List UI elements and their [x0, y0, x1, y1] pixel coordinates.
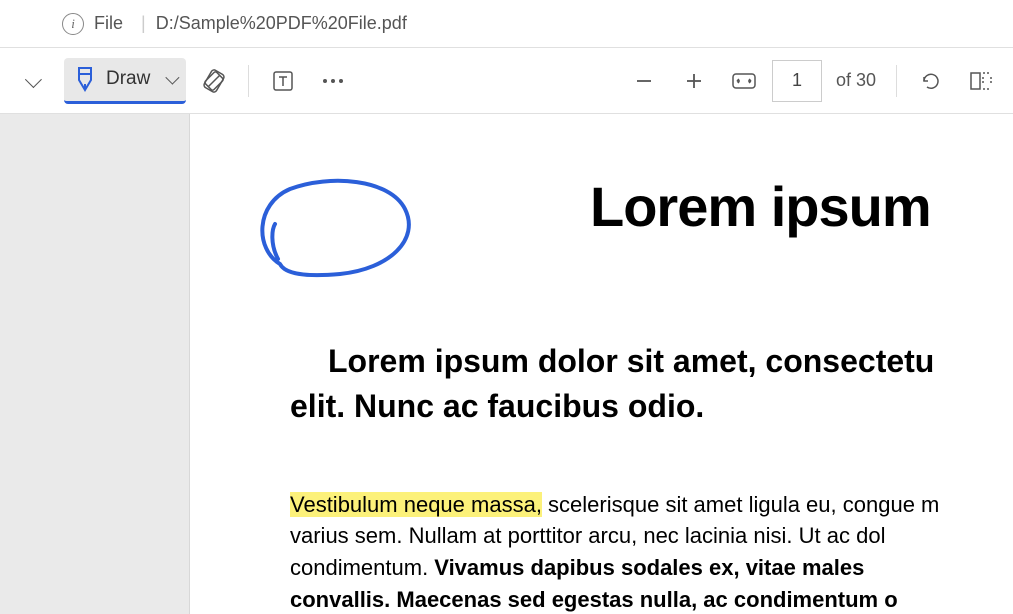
address-bar: i File | D:/Sample%20PDF%20File.pdf — [0, 0, 1013, 48]
page-view-button[interactable] — [959, 59, 1003, 103]
fit-icon — [731, 71, 757, 91]
pdf-page[interactable]: Lorem ipsum Lorem ipsum dolor sit amet, … — [190, 114, 1013, 614]
text-select-button[interactable] — [261, 59, 305, 103]
content-area: Lorem ipsum Lorem ipsum dolor sit amet, … — [0, 114, 1013, 614]
toolbar-separator — [248, 65, 249, 97]
chevron-down-icon — [166, 71, 180, 85]
zoom-out-button[interactable] — [622, 59, 666, 103]
plus-icon — [684, 71, 704, 91]
pdf-toolbar: Draw of 30 — [0, 48, 1013, 114]
highlighted-text: Vestibulum neque massa, — [290, 492, 542, 517]
rotate-button[interactable] — [909, 59, 953, 103]
toolbar-separator — [896, 65, 897, 97]
info-icon[interactable]: i — [62, 13, 84, 35]
more-options-button[interactable] — [311, 59, 355, 103]
page-view-icon — [968, 70, 994, 92]
sidebar-gutter — [0, 114, 190, 614]
draw-tool-button[interactable]: Draw — [64, 58, 186, 104]
pen-icon — [74, 66, 96, 92]
page-total-label: of 30 — [836, 70, 876, 91]
eraser-icon — [201, 68, 227, 94]
rotate-icon — [919, 69, 943, 93]
page-number-input[interactable] — [772, 60, 822, 102]
file-scheme-label: File — [94, 13, 123, 34]
minus-icon — [634, 71, 654, 91]
toolbar-expand-button[interactable] — [10, 59, 54, 103]
address-path[interactable]: D:/Sample%20PDF%20File.pdf — [156, 13, 407, 34]
document-body: Vestibulum neque massa, scelerisque sit … — [290, 489, 1010, 614]
draw-tool-label: Draw — [106, 68, 150, 90]
text-icon — [271, 69, 295, 93]
zoom-in-button[interactable] — [672, 59, 716, 103]
document-subtitle: Lorem ipsum dolor sit amet, consectetu e… — [290, 339, 1013, 429]
fit-width-button[interactable] — [722, 59, 766, 103]
address-divider: | — [141, 13, 146, 34]
ink-annotation — [250, 174, 430, 294]
erase-button[interactable] — [192, 59, 236, 103]
more-icon — [323, 79, 343, 83]
document-title: Lorem ipsum — [590, 174, 1013, 239]
